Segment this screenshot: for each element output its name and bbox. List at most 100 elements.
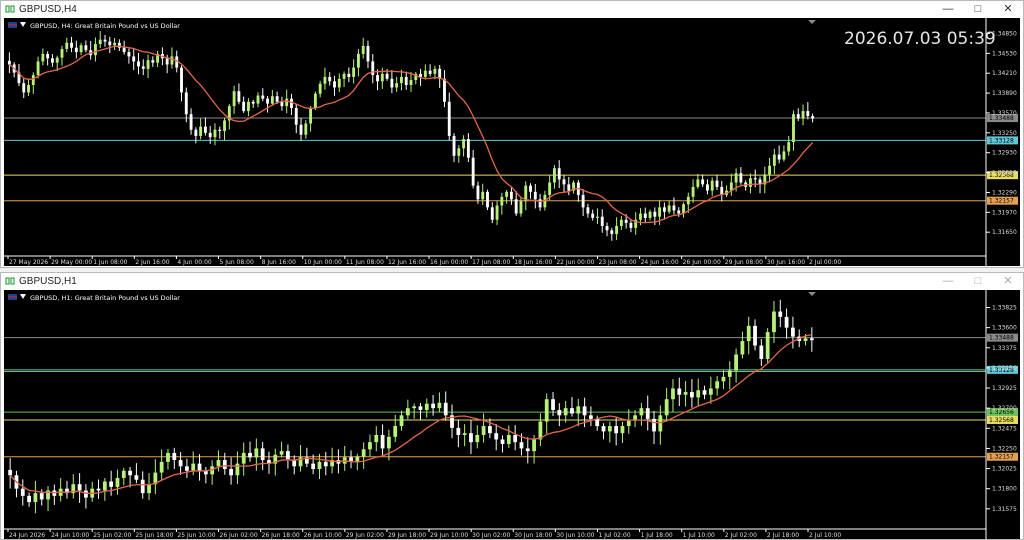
candle-body — [352, 67, 356, 77]
price-chart-h4[interactable]: 1.33488 1.33128 1.32568 1.32157 1.34850 1.34… — [4, 18, 1020, 266]
candle-body — [428, 70, 432, 74]
candle-body — [727, 370, 732, 377]
candle-body — [519, 201, 523, 214]
candle-body — [84, 45, 88, 51]
candle-body — [405, 408, 410, 416]
time-tick-label: 27 May 2026 — [9, 259, 48, 266]
candle-body — [36, 61, 40, 76]
candle-body — [672, 205, 676, 211]
chart-header: GBPUSD, H1: Great Britain Pound vs US Do… — [8, 294, 180, 302]
candle-body — [551, 399, 555, 410]
candle-body — [615, 225, 619, 235]
candle-body — [746, 325, 751, 342]
candle-body — [79, 45, 83, 53]
candle-body — [208, 132, 212, 138]
candle-body — [500, 439, 505, 444]
close-button[interactable]: ✕ — [993, 1, 1023, 18]
candle-body — [721, 376, 726, 382]
candle-body — [576, 406, 581, 414]
minimize-button[interactable]: — — [933, 273, 963, 290]
price-tick-label: 1.33150 — [992, 365, 1017, 372]
candle-body — [494, 433, 499, 440]
price-tick-label: 1.32250 — [992, 445, 1017, 452]
candle-body — [197, 463, 202, 471]
candle-body — [146, 60, 150, 69]
candle-body — [27, 495, 31, 503]
price-tick-label: 1.31575 — [992, 506, 1017, 513]
candle-body — [418, 406, 423, 410]
time-tick-label: 24 Jun 16:00 — [641, 259, 679, 266]
chart-shift-icon[interactable] — [808, 292, 816, 296]
chart-symbol-description: GBPUSD, H4: Great Britain Pound vs US Do… — [30, 22, 180, 30]
window-title: GBPUSD,H1 — [19, 276, 77, 287]
candle-body — [134, 475, 139, 480]
candle-body — [404, 76, 408, 86]
candle-body — [475, 435, 480, 443]
time-tick-label: 2 Jul 10:00 — [809, 532, 841, 539]
time-tick-label: 4 Jun 00:00 — [177, 259, 211, 266]
time-tick-label: 30 Jun 18:00 — [514, 532, 552, 539]
candle-body — [260, 448, 265, 461]
price-tick-label: 1.33890 — [992, 90, 1017, 97]
candle-body — [46, 53, 50, 59]
candle-body — [648, 211, 652, 218]
candle-body — [768, 165, 772, 175]
time-tick-label: 17 Jun 08:00 — [472, 259, 510, 266]
window-titlebar[interactable]: GBPUSD,H1 — □ ✕ — [1, 273, 1023, 290]
one-click-trading-icon[interactable] — [20, 22, 26, 27]
time-tick-label: 1 Jul 02:00 — [598, 532, 630, 539]
price-level-label: 1.32568 — [989, 417, 1014, 424]
window-titlebar[interactable]: GBPUSD,H4 — □ ✕ — [1, 1, 1023, 18]
candle-body — [806, 111, 810, 117]
candle-body — [456, 427, 461, 435]
candle-body — [108, 41, 112, 46]
candle-body — [652, 418, 656, 432]
price-tick-label: 1.33250 — [992, 130, 1017, 137]
candle-body — [286, 451, 290, 461]
price-chart-h1[interactable]: 1.33488 1.33128 1.32656 1.32568 1.32157 1.33… — [4, 290, 1020, 539]
time-tick-label: 5 Jun 08:00 — [220, 259, 254, 266]
chart-window-h4: GBPUSD,H4 — □ ✕ 1.33488 1.33128 1.32568 1.3… — [0, 0, 1024, 268]
candle-body — [796, 114, 800, 119]
candle-body — [280, 101, 284, 107]
candle-body — [266, 98, 270, 104]
time-tick-label: 18 Jun 16:00 — [514, 259, 552, 266]
chart-canvas[interactable]: 1.334881.331281.326561.325681.32157 1.33… — [4, 290, 1020, 539]
candle-body — [677, 388, 682, 395]
candle-body — [772, 311, 776, 333]
time-tick-label: 1 Jul 10:00 — [683, 532, 715, 539]
candle-body — [347, 73, 351, 77]
candle-body — [393, 426, 398, 437]
candle-body — [514, 199, 518, 214]
close-button[interactable]: ✕ — [993, 273, 1023, 290]
candle-body — [251, 101, 255, 104]
candle-body — [791, 327, 795, 337]
candle-body — [55, 57, 59, 63]
candle-body — [476, 185, 480, 200]
candle-body — [8, 469, 13, 476]
minimize-button[interactable]: — — [933, 1, 963, 18]
candle-body — [778, 311, 783, 317]
candle-body — [544, 399, 549, 422]
chart-canvas[interactable]: 1.334881.331281.325681.32157 1.348501.34… — [4, 18, 1020, 266]
maximize-button[interactable]: □ — [963, 1, 993, 18]
candle-body — [275, 96, 279, 102]
chart-window-h1: GBPUSD,H1 — □ ✕ 1.33488 1.33128 1.32656 1.3… — [0, 272, 1024, 540]
price-level-label: 1.33488 — [989, 335, 1014, 342]
candle-body — [361, 449, 366, 457]
chart-shift-icon[interactable] — [808, 20, 816, 24]
candle-body — [39, 493, 44, 500]
candle-body — [619, 219, 623, 226]
time-tick-label: 26 Jun 18:00 — [262, 532, 300, 539]
candle-body — [279, 451, 284, 455]
candle-body — [595, 418, 600, 427]
one-click-trading-icon[interactable] — [20, 294, 26, 299]
candle-body — [624, 219, 628, 223]
candle-body — [376, 75, 379, 82]
time-tick-label: 23 Jun 08:00 — [598, 259, 636, 266]
maximize-button[interactable]: □ — [963, 273, 993, 290]
candle-body — [696, 179, 700, 187]
candle-body — [355, 456, 360, 462]
time-tick-label: 24 Jun 10:00 — [51, 532, 89, 539]
candle-body — [471, 157, 475, 186]
